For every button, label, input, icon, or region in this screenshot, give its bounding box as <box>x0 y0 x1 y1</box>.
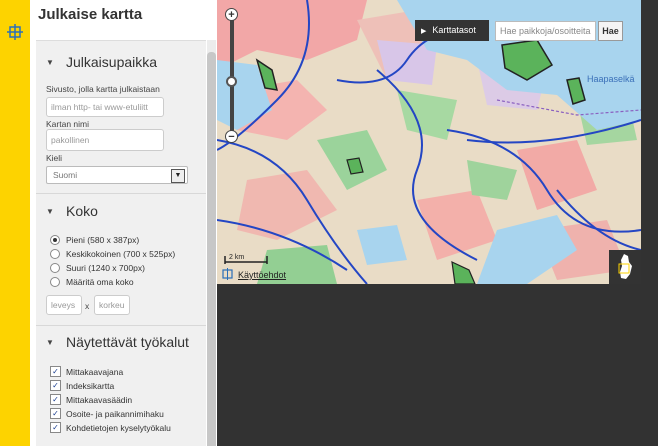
dropdown-arrow-icon: ▼ <box>171 169 185 183</box>
checkbox[interactable]: ✓ <box>50 408 61 419</box>
custom-height-input[interactable]: korkeu <box>94 295 130 315</box>
section-title-tools: Näytettävät työkalut <box>66 334 189 350</box>
language-value: Suomi <box>53 170 78 180</box>
place-label: Haapaselkä <box>587 74 635 84</box>
radio-button[interactable] <box>50 277 60 287</box>
index-map-icon[interactable] <box>221 268 234 280</box>
publish-map-panel: Julkaise kartta × ▼ Julkaisupaikka Sivus… <box>30 0 217 446</box>
tool-option-label: Indeksikartta <box>66 380 115 391</box>
section-header-location[interactable]: ▼ Julkaisupaikka <box>36 49 206 75</box>
zoom-out-button[interactable]: − <box>225 130 238 143</box>
section-title-location: Julkaisupaikka <box>66 54 158 70</box>
size-option-label: Määritä oma koko <box>66 277 134 287</box>
checkbox[interactable]: ✓ <box>50 394 61 405</box>
finland-silhouette-icon <box>618 254 632 279</box>
map-edge <box>641 0 658 284</box>
zoom-in-button[interactable]: + <box>225 8 238 21</box>
radio-button[interactable] <box>50 235 60 245</box>
tool-option-label: Osoite- ja paikannimihaku <box>66 408 164 419</box>
section-header-tools[interactable]: ▼ Näytettävät työkalut <box>36 329 206 355</box>
place-search-input[interactable]: Hae paikkoja/osoitteita <box>495 21 596 41</box>
terms-of-use-link[interactable]: Käyttöehdot <box>238 270 286 280</box>
collapse-triangle-icon: ▼ <box>46 57 54 67</box>
section-title-size: Koko <box>66 203 98 219</box>
tool-sidebar <box>0 0 30 446</box>
publish-map-tool-icon[interactable] <box>7 24 23 40</box>
size-option-medium[interactable]: Keskikokoinen (700 x 525px) <box>50 249 175 259</box>
zoom-slider-handle[interactable] <box>226 76 237 87</box>
map-canvas[interactable]: Haapaselkä 2 km <box>217 0 641 284</box>
tool-option-label: Mittakaavajana <box>66 366 124 377</box>
tool-option-indexmap[interactable]: ✓ Indeksikartta <box>50 380 114 391</box>
custom-width-input[interactable]: leveys <box>46 295 82 315</box>
panel-body: ▼ Julkaisupaikka Sivusto, jolla kartta j… <box>36 40 211 446</box>
section-divider <box>36 325 206 326</box>
tool-option-label: Kohdetietojen kyselytyökalu <box>66 422 171 433</box>
checkbox[interactable]: ✓ <box>50 422 61 433</box>
section-header-size[interactable]: ▼ Koko <box>36 198 206 224</box>
tool-option-label: Mittakaavasäädin <box>66 394 133 405</box>
collapse-triangle-icon: ▼ <box>46 337 54 347</box>
tool-option-zoombar[interactable]: ✓ Mittakaavasäädin <box>50 394 132 405</box>
index-map-toggle-button[interactable] <box>609 250 641 284</box>
tool-option-featureinfo[interactable]: ✓ Kohdetietojen kyselytyökalu <box>50 422 171 433</box>
tool-option-scalebar[interactable]: ✓ Mittakaavajana <box>50 366 123 377</box>
map-layers-label: Karttatasot <box>432 25 476 35</box>
language-select[interactable]: Suomi ▼ <box>46 166 188 184</box>
collapse-triangle-icon: ▼ <box>46 206 54 216</box>
size-option-label: Pieni (580 x 387px) <box>66 235 140 245</box>
radio-button[interactable] <box>50 249 60 259</box>
scrollbar-thumb[interactable] <box>207 52 216 446</box>
play-triangle-icon: ▶ <box>421 28 427 35</box>
checkbox[interactable]: ✓ <box>50 366 61 377</box>
section-divider <box>36 193 206 194</box>
site-label: Sivusto, jolla kartta julkaistaan <box>46 84 160 94</box>
map-view[interactable]: Haapaselkä 2 km <box>217 0 641 284</box>
language-label: Kieli <box>46 153 63 163</box>
size-option-large[interactable]: Suuri (1240 x 700px) <box>50 263 145 273</box>
size-option-label: Suuri (1240 x 700px) <box>66 263 145 273</box>
map-layers-button[interactable]: ▶ Karttatasot <box>415 20 489 41</box>
size-by-symbol: x <box>85 301 90 311</box>
radio-button[interactable] <box>50 263 60 273</box>
panel-scrollbar[interactable] <box>207 40 216 446</box>
size-option-small[interactable]: Pieni (580 x 387px) <box>50 235 139 245</box>
size-option-custom[interactable]: Määritä oma koko <box>50 277 134 287</box>
tool-option-search[interactable]: ✓ Osoite- ja paikannimihaku <box>50 408 164 419</box>
size-option-label: Keskikokoinen (700 x 525px) <box>66 249 176 259</box>
checkbox[interactable]: ✓ <box>50 380 61 391</box>
map-name-input[interactable]: pakollinen <box>46 129 164 151</box>
map-name-label: Kartan nimi <box>46 119 89 129</box>
scale-label: 2 km <box>229 254 244 261</box>
search-button[interactable]: Hae <box>598 21 623 41</box>
panel-title: Julkaise kartta <box>38 6 143 23</box>
site-input[interactable]: ilman http- tai www-etuliitt <box>46 97 164 117</box>
zoom-slider-track[interactable] <box>230 10 234 136</box>
